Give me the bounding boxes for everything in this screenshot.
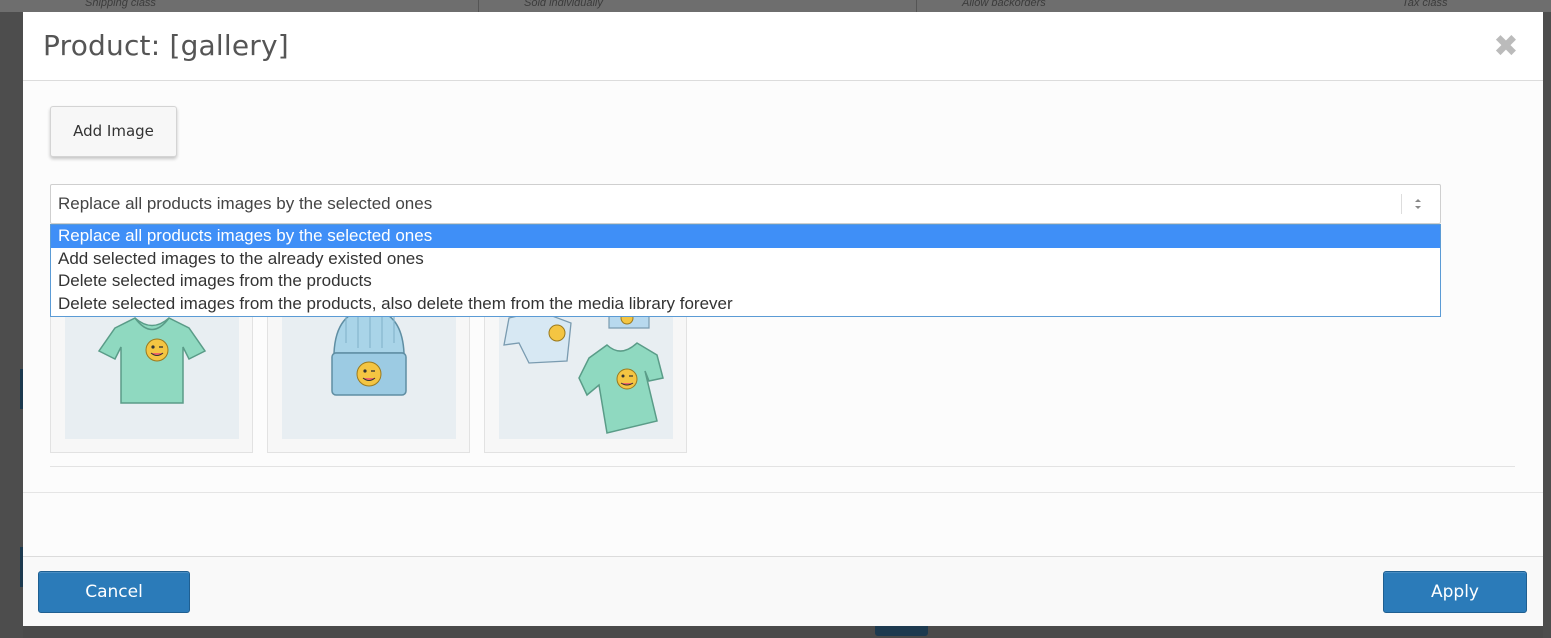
bg-column-shipping-class: Shipping class bbox=[85, 0, 156, 9]
dropdown-option-add-selected[interactable]: Add selected images to the already exist… bbox=[51, 248, 1440, 271]
background-left-edge bbox=[0, 12, 23, 638]
dropdown-option-delete-forever[interactable]: Delete selected images from the products… bbox=[51, 293, 1440, 316]
close-icon[interactable]: ✖ bbox=[1491, 32, 1521, 62]
select-divider bbox=[1401, 194, 1402, 214]
dropdown-option-replace-all[interactable]: Replace all products images by the selec… bbox=[51, 225, 1440, 248]
modal-header: Product: [gallery] ✖ bbox=[23, 12, 1543, 81]
background-table-header: Shipping class Sold individually Allow b… bbox=[0, 0, 1551, 12]
bg-column-separator bbox=[916, 0, 917, 12]
bg-column-allow-backorders: Allow backorders bbox=[962, 0, 1046, 9]
bg-column-separator bbox=[478, 0, 479, 12]
gallery-modal: Product: [gallery] ✖ Add Image Replace a… bbox=[23, 12, 1543, 626]
apply-button[interactable]: Apply bbox=[1383, 571, 1527, 613]
chevron-up-down-icon bbox=[1415, 199, 1421, 209]
bg-column-tax-class: Tax class bbox=[1402, 0, 1448, 9]
image-mode-select-value: Replace all products images by the selec… bbox=[58, 194, 433, 213]
bg-column-sold-individually: Sold individually bbox=[524, 0, 603, 9]
cancel-button[interactable]: Cancel bbox=[38, 571, 190, 613]
background-bottom-tab bbox=[875, 626, 928, 636]
image-mode-select[interactable]: Replace all products images by the selec… bbox=[50, 184, 1441, 224]
gallery-thumbnail-beanie[interactable] bbox=[267, 302, 470, 453]
dropdown-option-delete-selected[interactable]: Delete selected images from the products bbox=[51, 270, 1440, 293]
gallery-divider bbox=[50, 466, 1515, 467]
gallery-thumbnail-tshirt[interactable] bbox=[50, 302, 253, 453]
background-right-edge bbox=[1543, 12, 1551, 638]
image-mode-dropdown: Replace all products images by the selec… bbox=[50, 224, 1441, 317]
add-image-button[interactable]: Add Image bbox=[50, 106, 177, 157]
modal-footer: Cancel Apply bbox=[23, 556, 1543, 626]
gallery-thumbnail-hoodie-tshirt[interactable] bbox=[484, 302, 687, 453]
modal-title: Product: [gallery] bbox=[43, 29, 289, 62]
hoodie-and-tshirt-image bbox=[499, 303, 673, 439]
tshirt-image bbox=[65, 303, 239, 439]
section-divider bbox=[23, 492, 1543, 493]
beanie-image bbox=[282, 303, 456, 439]
